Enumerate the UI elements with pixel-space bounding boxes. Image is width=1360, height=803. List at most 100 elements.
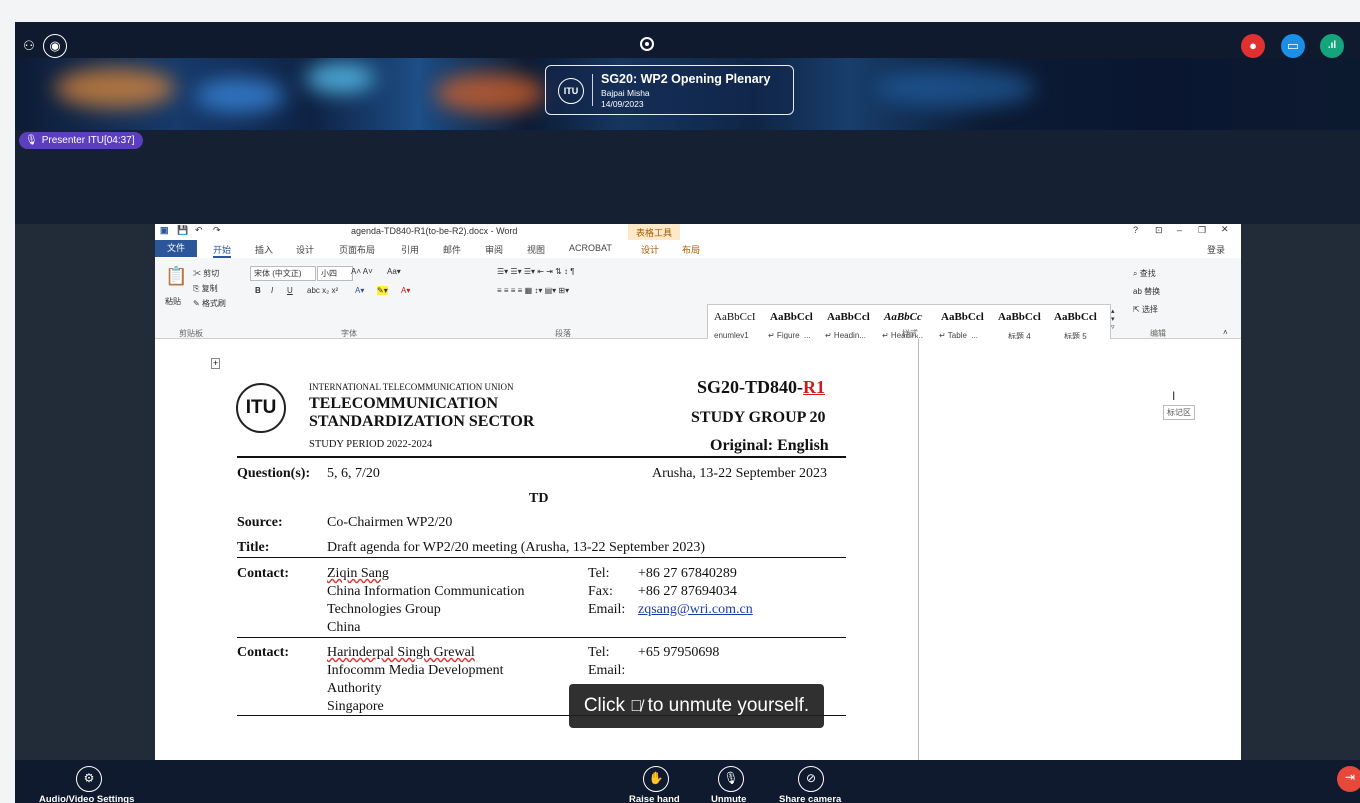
cut-button[interactable]: ✂ 剪切 bbox=[193, 268, 219, 279]
contact2-org1: Infocomm Media Development bbox=[327, 663, 504, 678]
tab-table-design[interactable]: 设计 bbox=[641, 243, 659, 256]
redo-icon[interactable]: ↷ bbox=[213, 225, 221, 236]
bold-button[interactable]: B bbox=[255, 286, 261, 295]
table-move-handle-icon[interactable]: + bbox=[211, 358, 221, 369]
select-button[interactable]: ⇱ 选择 bbox=[1133, 304, 1158, 315]
gallery-scroll-icon[interactable]: ▴ ▾ ▿ bbox=[1111, 307, 1115, 331]
av-settings-button[interactable]: ⚙ bbox=[76, 766, 102, 792]
highlight-icon[interactable]: ✎▾ bbox=[377, 286, 388, 295]
sign-in-link[interactable]: 登录 bbox=[1207, 243, 1225, 256]
contact1-label: Contact: bbox=[237, 566, 290, 581]
align-icons[interactable]: ≡ ≡ ≡ ≡ ▦ ↕▾ ▤▾ ⊞▾ bbox=[497, 286, 569, 295]
mic-icon: 🎙 bbox=[25, 135, 38, 146]
contact1-country: China bbox=[327, 620, 361, 635]
italic-button[interactable]: I bbox=[271, 286, 273, 295]
format-painter-button[interactable]: ✎ 格式刷 bbox=[193, 298, 226, 309]
help-icon[interactable]: ? bbox=[1133, 225, 1138, 235]
styles-group-label: 样式 bbox=[902, 329, 918, 338]
share-camera-button[interactable]: ⊘ bbox=[798, 766, 824, 792]
rule bbox=[237, 637, 846, 638]
camera-off-icon: ⊘ bbox=[805, 771, 817, 785]
replace-button[interactable]: ab 替换 bbox=[1133, 286, 1160, 297]
td-label: TD bbox=[529, 491, 549, 506]
location: Arusha, 13-22 September 2023 bbox=[652, 466, 827, 481]
rule bbox=[237, 456, 846, 458]
meeting-app: ⚇ ◉ ● ▭ .ıl ITU SG20: WP2 Opening Plenar… bbox=[15, 22, 1360, 803]
restore-icon[interactable]: ❐ bbox=[1198, 225, 1206, 236]
meeting-title-card: ITU SG20: WP2 Opening Plenary Bajpai Mis… bbox=[545, 65, 794, 115]
binoculars-icon: ⌕ bbox=[1133, 269, 1138, 278]
table-tools-label: 表格工具 bbox=[628, 224, 681, 240]
chat-alert-icon[interactable]: ● bbox=[1241, 34, 1265, 58]
tab-layout[interactable]: 页面布局 bbox=[339, 243, 375, 256]
contact2-country: Singapore bbox=[327, 699, 384, 714]
minimize-icon[interactable]: – bbox=[1177, 225, 1182, 235]
contact2-name: Harinderpal Singh Grewal bbox=[327, 645, 475, 660]
document-title: agenda-TD840-R1(to-be-R2).docx - Word bbox=[351, 226, 518, 236]
tab-file[interactable]: 文件 bbox=[155, 240, 197, 257]
muted-mic-icon: 🎙 bbox=[723, 771, 739, 785]
change-case-icon[interactable]: Aa▾ bbox=[387, 267, 401, 276]
ribbon-display-icon[interactable]: ⊡ bbox=[1155, 225, 1163, 236]
tab-acrobat[interactable]: ACROBAT bbox=[569, 243, 612, 253]
font-name-select[interactable]: 宋体 (中文正) bbox=[250, 266, 316, 281]
contact2-email-label: Email: bbox=[588, 663, 626, 678]
tab-insert[interactable]: 插入 bbox=[255, 243, 273, 256]
ribbon: 📋 粘贴 ✂ 剪切 ⎘ 复制 ✎ 格式刷 剪贴板 宋体 (中文正) 小四 A˄ … bbox=[155, 258, 1241, 348]
paragraph-group-label: 段落 bbox=[555, 329, 571, 338]
study-period: STUDY PERIOD 2022-2024 bbox=[309, 439, 433, 450]
copy-button[interactable]: ⎘ 复制 bbox=[193, 283, 218, 294]
copy-icon: ⎘ bbox=[193, 284, 200, 293]
find-button[interactable]: ⌕ 查找 bbox=[1133, 268, 1156, 279]
itu-logo-icon: ITU bbox=[558, 78, 584, 104]
contact2-org2: Authority bbox=[327, 681, 382, 696]
itu-emblem-icon: ITU bbox=[236, 383, 286, 433]
paste-button[interactable]: 粘贴 bbox=[165, 296, 181, 307]
contact2-tel: +65 97950698 bbox=[638, 645, 720, 660]
leave-button[interactable]: ⇥ bbox=[1337, 766, 1360, 792]
tab-references[interactable]: 引用 bbox=[401, 243, 419, 256]
title-value: Draft agenda for WP2/20 meeting (Arusha,… bbox=[327, 540, 706, 555]
share-camera-label: Share camera bbox=[779, 794, 842, 803]
recording-indicator-icon bbox=[640, 37, 654, 51]
cursor-icon: ⇱ bbox=[1133, 305, 1140, 314]
bullets-icon[interactable]: ☰▾ ☰▾ ☰▾ ⇤ ⇥ ⇅ ↕ ¶ bbox=[497, 267, 575, 276]
tab-home[interactable]: 开始 bbox=[213, 243, 232, 258]
close-icon[interactable]: ✕ bbox=[1221, 224, 1229, 235]
tab-design[interactable]: 设计 bbox=[296, 243, 314, 256]
font-size-select[interactable]: 小四 bbox=[317, 266, 353, 281]
presenter-badge[interactable]: 🎙 Presenter ITU[04:37] bbox=[19, 132, 143, 149]
undo-icon[interactable]: ↶ bbox=[195, 225, 203, 236]
tab-mailings[interactable]: 邮件 bbox=[443, 243, 461, 256]
sector-line2: STANDARDIZATION SECTOR bbox=[309, 413, 535, 430]
text-effects-icon[interactable]: A▾ bbox=[355, 286, 364, 295]
network-signal-icon[interactable]: .ıl bbox=[1320, 34, 1344, 58]
tab-table-layout[interactable]: 布局 bbox=[682, 243, 700, 256]
unmute-button[interactable]: 🎙 bbox=[718, 766, 744, 792]
meeting-host: Bajpai Misha bbox=[601, 88, 650, 98]
paste-icon[interactable]: 📋 bbox=[165, 266, 187, 287]
contact1-email-link[interactable]: zqsang@wri.com.cn bbox=[638, 602, 753, 618]
save-icon[interactable]: 💾 bbox=[177, 225, 188, 236]
tab-view[interactable]: 视图 bbox=[527, 243, 545, 256]
editing-group-label: 编辑 bbox=[1150, 329, 1166, 338]
raise-hand-button[interactable]: ✋ bbox=[643, 766, 669, 792]
grow-font-icon[interactable]: A˄ A˅ bbox=[351, 267, 373, 276]
underline-button[interactable]: U bbox=[287, 286, 293, 295]
bottom-controls: ⚙ Audio/Video Settings ✋ Raise hand 🎙 Un… bbox=[15, 760, 1360, 803]
font-color-icon[interactable]: A▾ bbox=[401, 286, 410, 295]
strikethrough-button[interactable]: abc x₂ x² bbox=[307, 286, 338, 295]
hand-icon: ✋ bbox=[648, 771, 664, 785]
contact1-fax-label: Fax: bbox=[588, 584, 613, 599]
replace-icon: ab bbox=[1133, 287, 1142, 296]
contact1-email-label: Email: bbox=[588, 602, 626, 617]
scissors-icon: ✂ bbox=[193, 269, 201, 278]
participants-icon[interactable]: ⚇ bbox=[17, 34, 41, 58]
contact2-label: Contact: bbox=[237, 645, 290, 660]
exit-icon: ⇥ bbox=[1344, 770, 1356, 784]
chat-icon[interactable]: ▭ bbox=[1281, 34, 1305, 58]
tab-review[interactable]: 审阅 bbox=[485, 243, 503, 256]
collapse-ribbon-icon[interactable]: ˄ bbox=[1223, 328, 1228, 337]
view-icon[interactable]: ◉ bbox=[43, 34, 67, 58]
contact1-tel: +86 27 67840289 bbox=[638, 566, 737, 581]
